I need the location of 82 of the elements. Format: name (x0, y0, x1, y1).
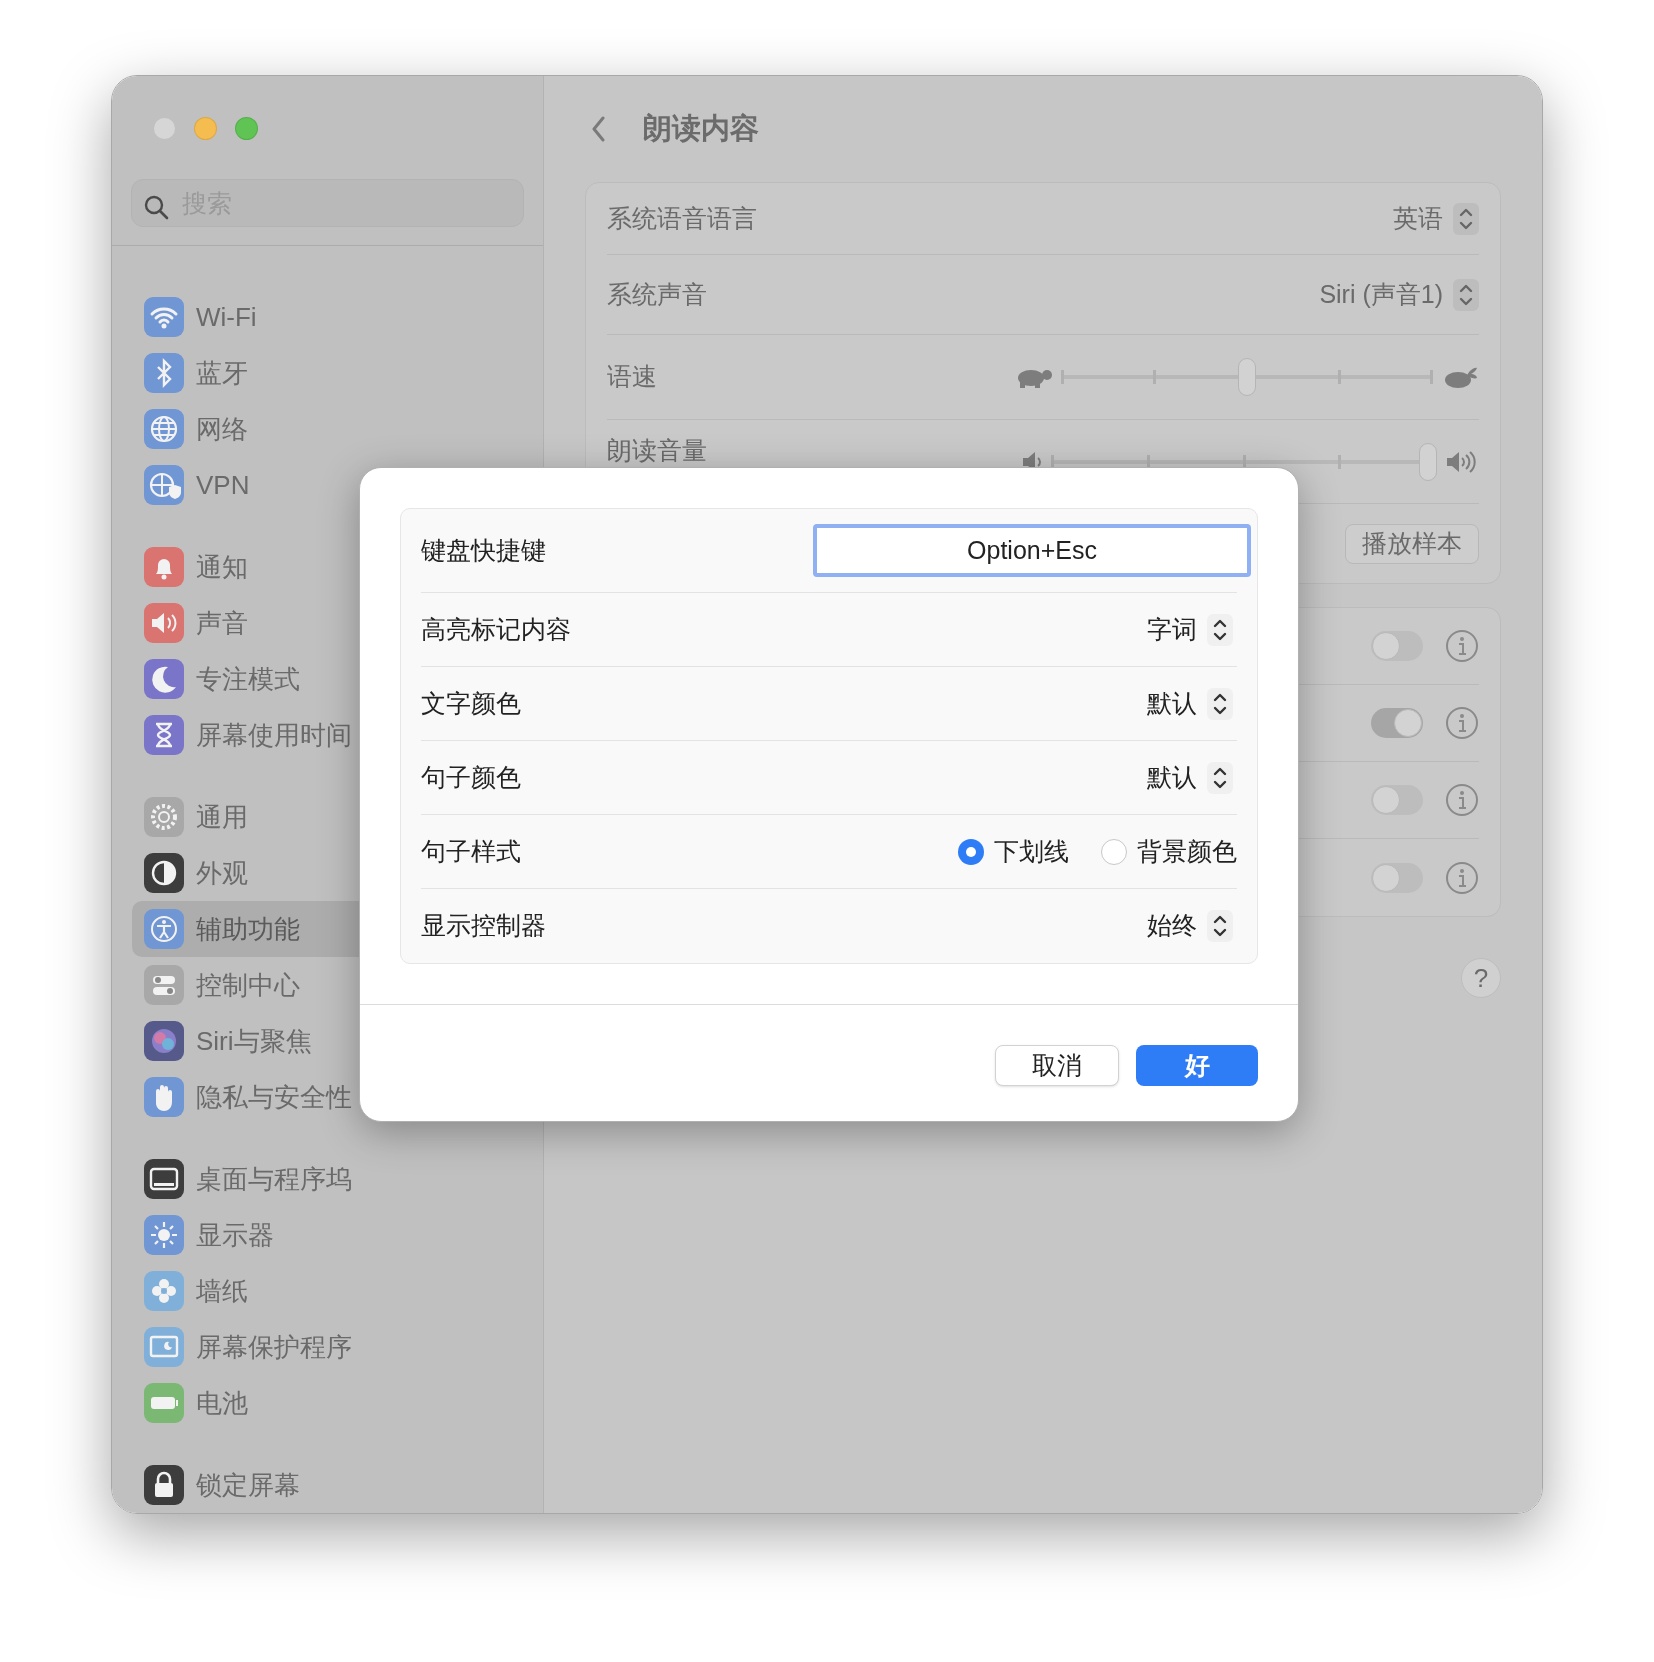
stepper-icon (1207, 613, 1233, 646)
hand-icon (144, 1077, 184, 1117)
speaker-icon (144, 603, 184, 643)
accessibility-icon (144, 909, 184, 949)
sidebar-item[interactable]: 桌面与程序坞 (132, 1151, 523, 1207)
sidebar-item[interactable]: 屏幕保护程序 (132, 1319, 523, 1375)
sidebar-item[interactable]: 显示器 (132, 1207, 523, 1263)
sidebar-item[interactable]: 墙纸 (132, 1263, 523, 1319)
stepper-icon (1207, 910, 1233, 942)
popup-button[interactable]: 默认 (1147, 758, 1233, 797)
radio-button[interactable] (958, 838, 984, 865)
search-icon (143, 193, 169, 220)
radio-button[interactable] (1101, 838, 1127, 865)
minimize-button[interactable] (194, 117, 217, 140)
popup-button[interactable]: 字词 (1147, 610, 1233, 649)
setting-label: 文字颜色 (421, 687, 521, 719)
popup-button[interactable]: 英语 (1393, 199, 1479, 238)
setting-label: 高亮标记内容 (421, 613, 571, 645)
info-icon[interactable] (1445, 629, 1479, 663)
stepper-icon (1207, 761, 1233, 794)
sidebar-item[interactable]: Siri与聚焦 (132, 1013, 523, 1069)
flower-icon (144, 1271, 184, 1311)
stepper-icon (1453, 278, 1479, 311)
wifi-icon (144, 297, 184, 337)
info-icon[interactable] (1445, 860, 1479, 895)
slider-thumb[interactable] (1238, 358, 1256, 396)
back-chevron-icon[interactable] (591, 116, 607, 142)
battery-icon (144, 1383, 184, 1423)
stepper-icon (1207, 687, 1233, 720)
radio-option[interactable]: 下划线 (958, 832, 1069, 871)
setting-label: 语速 (607, 361, 657, 393)
gear-icon (144, 797, 184, 837)
sidebar-item[interactable]: 隐私与安全性 (132, 1069, 523, 1125)
moon-icon (144, 659, 184, 699)
toggle-switch[interactable] (1371, 862, 1423, 893)
sidebar-item[interactable]: 蓝牙 (132, 345, 523, 401)
toggle-switch[interactable] (1371, 708, 1423, 738)
popup-button[interactable]: Siri (声音1) (1319, 275, 1479, 314)
popup-button[interactable]: 默认 (1147, 684, 1233, 723)
toggles-icon (144, 965, 184, 1005)
orb-icon (144, 1021, 184, 1061)
stepper-icon (1453, 202, 1479, 235)
info-icon[interactable] (1445, 706, 1479, 740)
popup-button[interactable]: 始终 (1147, 907, 1233, 945)
globe-shield-icon (144, 465, 184, 505)
setting-label: 系统语音语言 (607, 202, 757, 234)
radio-label: 下划线 (994, 835, 1069, 867)
setting-label: 朗读音量 (607, 435, 707, 466)
sidebar-item[interactable]: 锁定屏幕 (132, 1457, 523, 1513)
shortcut-field[interactable]: Option+Esc (813, 524, 1251, 577)
zoom-button[interactable] (235, 117, 258, 140)
lock-icon (144, 1465, 184, 1505)
dock-icon (144, 1159, 184, 1199)
toggle-switch[interactable] (1371, 785, 1423, 815)
bluetooth-icon (144, 353, 184, 393)
radio-label: 背景颜色 (1137, 835, 1237, 867)
setting-label: 句子样式 (421, 835, 521, 867)
contrast-icon (144, 853, 184, 893)
sidebar-item[interactable]: VPN (132, 457, 523, 513)
sun-icon (144, 1215, 184, 1255)
setting-label: 键盘快捷键 (421, 534, 546, 566)
sidebar-item[interactable]: 控制中心 (132, 957, 523, 1013)
radio-option[interactable]: 背景颜色 (1101, 832, 1237, 871)
slider-thumb[interactable] (1419, 442, 1437, 481)
play-sample-button[interactable]: 播放样本 (1345, 523, 1479, 564)
ok-button[interactable]: 好 (1136, 1045, 1258, 1086)
globe-icon (144, 409, 184, 449)
info-icon[interactable] (1445, 783, 1479, 817)
setting-label: 系统声音 (607, 278, 707, 310)
help-button[interactable]: ? (1461, 958, 1501, 998)
sidebar-item[interactable]: Wi-Fi (132, 289, 523, 345)
hourglass-icon (144, 715, 184, 755)
screen-icon (144, 1327, 184, 1367)
page-title: 朗读内容 (643, 111, 759, 147)
cancel-button[interactable]: 取消 (995, 1045, 1119, 1086)
toggle-switch[interactable] (1371, 631, 1423, 661)
sidebar-item[interactable]: 电池 (132, 1375, 523, 1431)
speaker-loud-icon (1445, 448, 1479, 475)
sidebar-item[interactable]: 网络 (132, 401, 523, 457)
bell-icon (144, 547, 184, 587)
setting-label: 句子颜色 (421, 761, 521, 793)
slider[interactable] (1061, 361, 1433, 393)
